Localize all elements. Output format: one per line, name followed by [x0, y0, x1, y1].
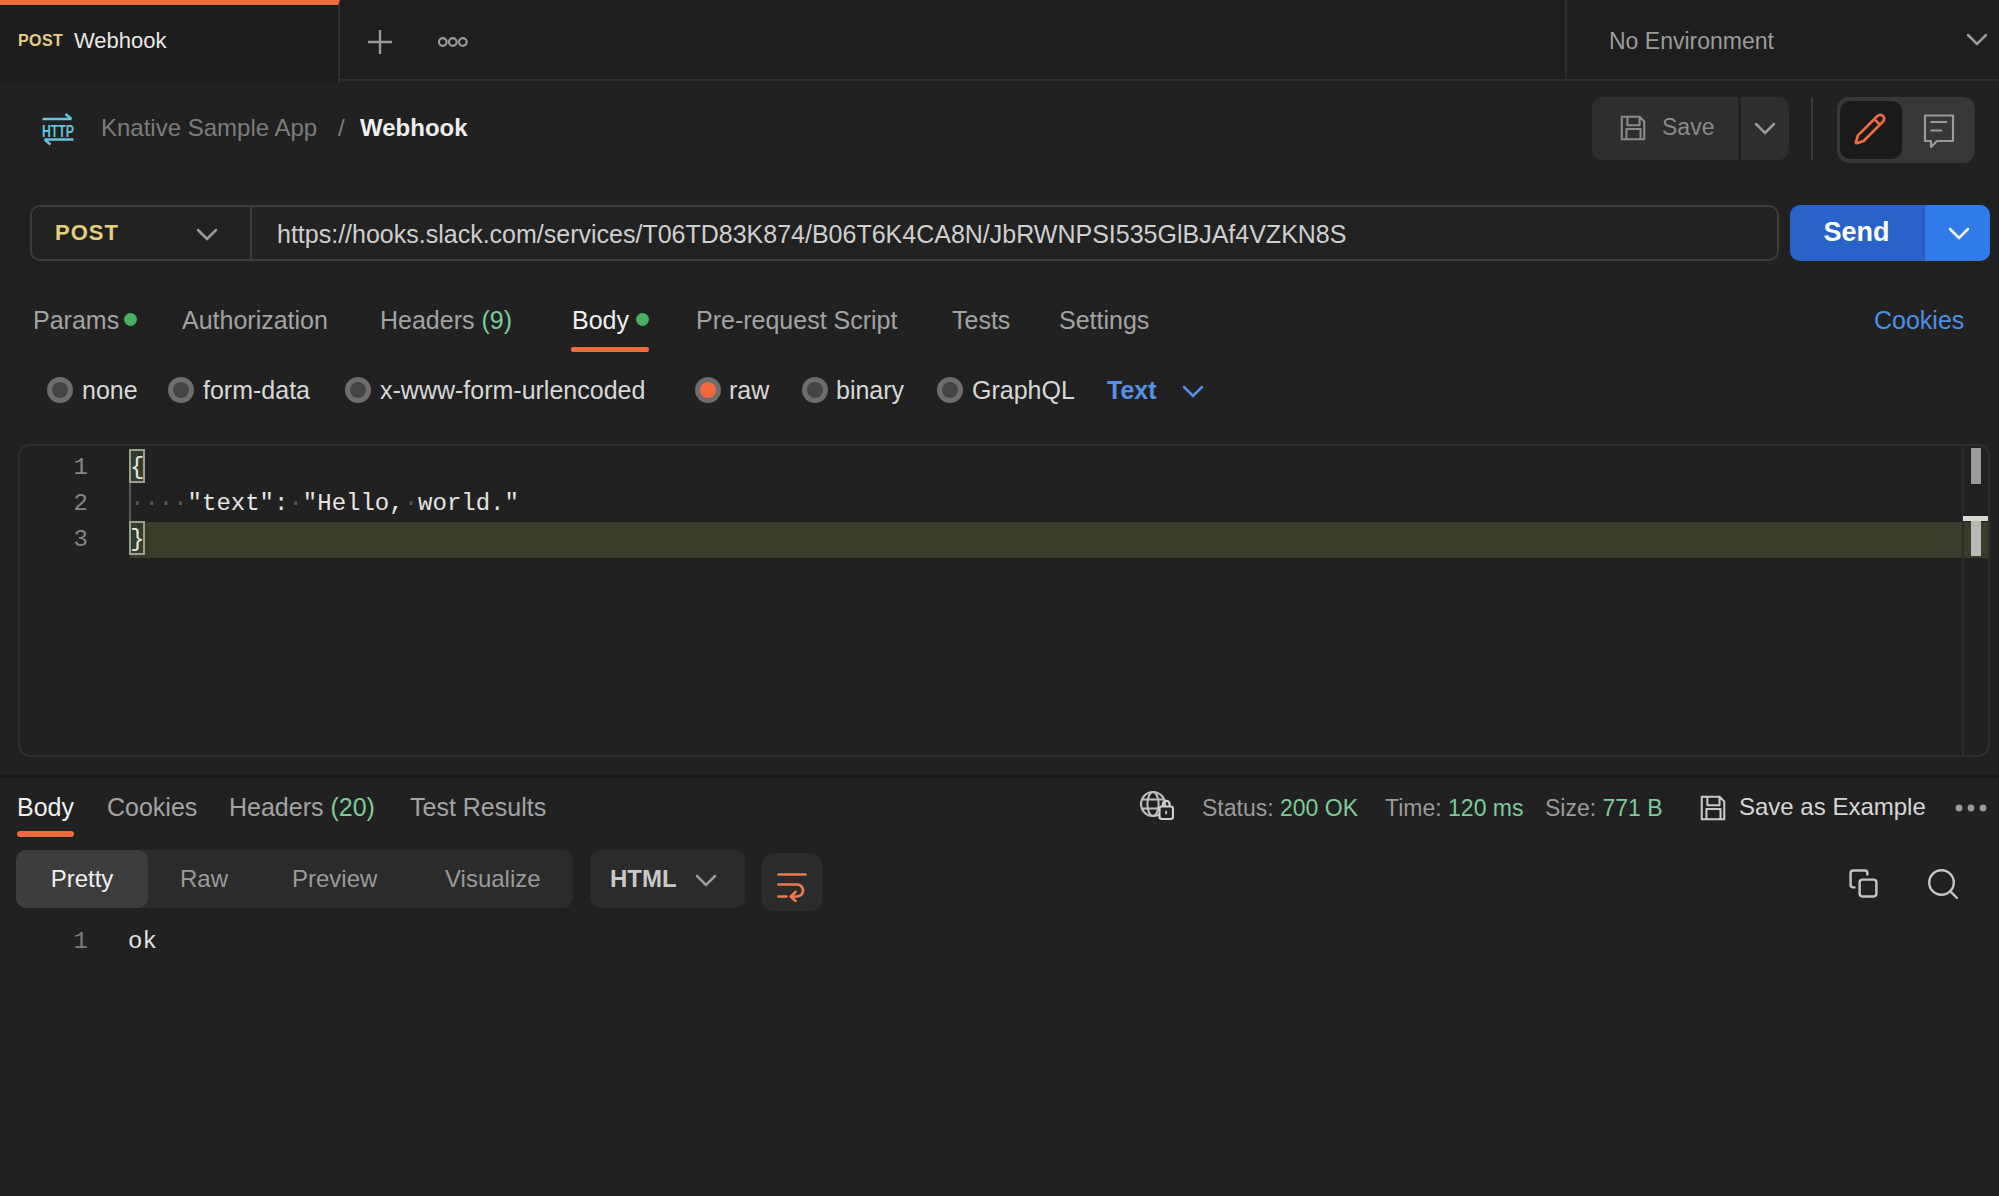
svg-text:HTTP: HTTP [42, 123, 74, 140]
